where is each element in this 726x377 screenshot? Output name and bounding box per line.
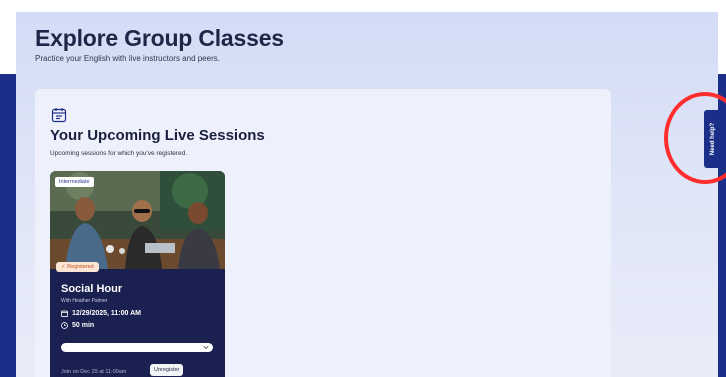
left-background-band xyxy=(0,74,16,377)
upcoming-sessions-panel: Your Upcoming Live Sessions Upcoming ses… xyxy=(35,89,611,377)
add-to-calendar-select[interactable] xyxy=(61,343,213,352)
instructor-name: With Heather Palmer xyxy=(61,298,108,304)
page-subtitle: Practice your English with live instruct… xyxy=(35,54,220,63)
calendar-small-icon xyxy=(61,310,68,317)
join-info-text: Join on Dec 29 at 11:00am xyxy=(61,369,127,375)
registered-badge: ✓ Registered xyxy=(56,262,99,272)
upcoming-sessions-subtitle: Upcoming sessions for which you've regis… xyxy=(50,150,188,157)
session-card[interactable]: Intermediate ✓ Registered Social Hour Wi… xyxy=(50,171,225,377)
session-datetime-text: 12/29/2025, 11:00 AM xyxy=(72,310,142,317)
level-badge: Intermediate xyxy=(55,177,94,187)
upcoming-sessions-title: Your Upcoming Live Sessions xyxy=(50,127,265,144)
session-duration: 50 min xyxy=(61,322,94,329)
calendar-icon xyxy=(51,108,67,123)
session-datetime: 12/29/2025, 11:00 AM xyxy=(61,310,141,317)
chevron-down-icon xyxy=(203,345,209,350)
group-classes-page: Explore Group Classes Practice your Engl… xyxy=(16,12,718,377)
page-title: Explore Group Classes xyxy=(35,25,284,51)
clock-icon xyxy=(61,322,68,329)
unregister-button[interactable]: Unregister xyxy=(150,364,184,376)
session-title: Social Hour xyxy=(61,283,123,295)
session-duration-text: 50 min xyxy=(72,322,95,329)
